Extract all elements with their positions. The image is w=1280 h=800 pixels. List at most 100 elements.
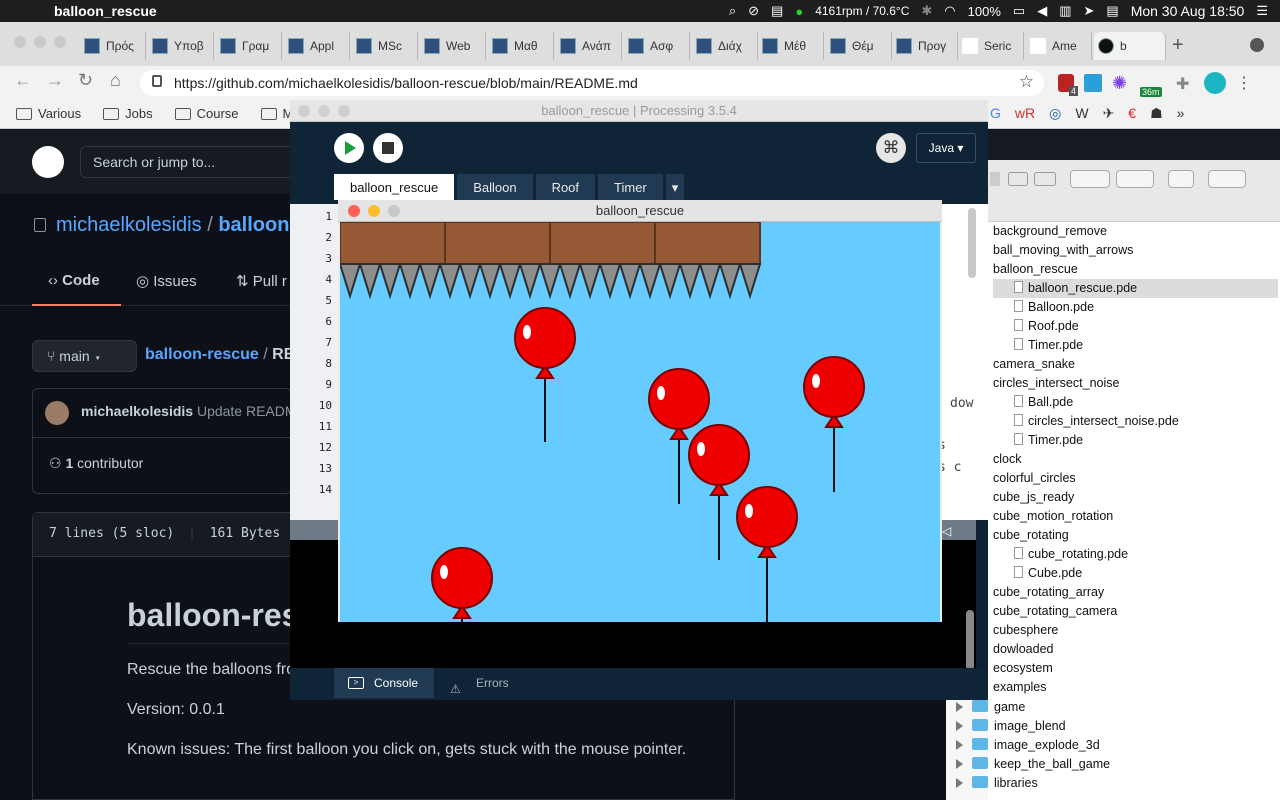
browser-tab[interactable]: Ασφ	[624, 32, 690, 60]
debugger-icon[interactable]: ⌘	[876, 133, 906, 163]
battery-icon[interactable]: ▭	[1013, 3, 1025, 19]
clock-datetime[interactable]: Mon 30 Aug 18:50	[1131, 3, 1245, 19]
browser-tab[interactable]: Πρός	[80, 32, 146, 60]
tab-search-icon[interactable]	[1250, 38, 1264, 52]
bluetooth-icon[interactable]: ✱	[921, 3, 932, 19]
pde-minimize-button[interactable]	[318, 105, 330, 117]
memory-icon[interactable]: ▤	[771, 3, 783, 19]
window-minimize-button[interactable]	[34, 36, 46, 48]
tab-pull-requests[interactable]: ⇅ Pull r	[236, 272, 287, 290]
run-button[interactable]	[334, 133, 364, 163]
pde-zoom-button[interactable]	[338, 105, 350, 117]
translate-icon[interactable]: G	[990, 105, 1001, 122]
sketch-close-button[interactable]	[348, 205, 360, 217]
extensions-puzzle-icon[interactable]: ✚	[1176, 74, 1194, 93]
forward-icon[interactable]: →	[46, 70, 64, 91]
pde-close-button[interactable]	[298, 105, 310, 117]
browser-tab[interactable]: b	[1094, 32, 1166, 60]
chrome-menu-icon[interactable]: ⋮	[1236, 73, 1252, 93]
finder-folder-item[interactable]: game	[972, 698, 1025, 717]
finder-file-item[interactable]: circles_intersect_noise.pde	[1014, 412, 1179, 431]
browser-tab[interactable]: Μέθ	[758, 32, 824, 60]
wifi-icon[interactable]: ◠	[944, 3, 955, 19]
bookmark-folder[interactable]: Various	[16, 106, 81, 121]
column-view-icon[interactable]	[1008, 172, 1028, 186]
finder-folder-item[interactable]: cube_rotating_camera	[993, 602, 1117, 621]
finder-folder-item[interactable]: image_explode_3d	[972, 736, 1100, 755]
browser-tab[interactable]: Appl	[284, 32, 350, 60]
bookmark-folder[interactable]: Jobs	[103, 106, 153, 121]
active-app-name[interactable]: balloon_rescue	[54, 3, 157, 19]
finder-folder-item[interactable]: ecosystem	[993, 659, 1053, 678]
github-search-input[interactable]: Search or jump to...	[80, 146, 300, 178]
more-bookmarks-icon[interactable]: »	[1177, 105, 1185, 122]
finder-folder-item[interactable]: balloon_rescue	[993, 260, 1078, 279]
editor-scrollbar[interactable]	[968, 208, 976, 278]
browser-tab[interactable]: Υποβ	[148, 32, 214, 60]
finder-file-item[interactable]: cube_rotating.pde	[1014, 545, 1128, 564]
paperclip-icon[interactable]: ⊘	[748, 3, 759, 19]
flag-icon[interactable]: ▤	[1106, 3, 1118, 19]
browser-tab[interactable]: Προγ	[892, 32, 958, 60]
author-avatar[interactable]	[45, 401, 69, 425]
finder-folder-item[interactable]: clock	[993, 450, 1021, 469]
sketch-tab[interactable]: Roof	[535, 174, 596, 200]
errors-tab[interactable]: ⚠ Errors	[436, 668, 526, 698]
list-view-icon[interactable]	[990, 172, 1000, 186]
github-logo-icon[interactable]	[32, 146, 64, 178]
console-tab[interactable]: > Console	[334, 668, 434, 698]
tag-icon[interactable]	[1208, 170, 1246, 188]
reload-icon[interactable]: ↻	[78, 70, 93, 91]
disclosure-triangle-icon[interactable]	[956, 778, 963, 788]
console-scrollbar[interactable]	[966, 610, 974, 670]
sketch-tab[interactable]: balloon_rescue	[334, 174, 455, 200]
disclosure-triangle-icon[interactable]	[956, 721, 963, 731]
extension-timer-icon[interactable]: 36m	[1140, 73, 1166, 97]
extension-weather-icon[interactable]	[1084, 74, 1102, 92]
finder-folder-item[interactable]: dowloaded	[993, 640, 1053, 659]
contributors-link[interactable]: ⚇ 1 contributor	[49, 455, 143, 472]
stop-button[interactable]	[373, 133, 403, 163]
spy-icon[interactable]: ☗	[1150, 105, 1163, 122]
spotlight-icon[interactable]: ⌕	[729, 3, 736, 19]
finder-folder-item[interactable]: cube_rotating_array	[993, 583, 1104, 602]
finder-file-item[interactable]: Ball.pde	[1014, 393, 1073, 412]
finder-folder-item[interactable]: image_blend	[972, 717, 1066, 736]
repo-owner-link[interactable]: michaelkolesidis	[56, 214, 202, 236]
browser-tab[interactable]: Seric	[958, 32, 1024, 60]
finder-folder-item[interactable]: cube_rotating	[993, 526, 1069, 545]
path-repo-link[interactable]: balloon-rescue	[145, 346, 259, 363]
sketch-minimize-button[interactable]	[368, 205, 380, 217]
gallery-view-icon[interactable]	[1034, 172, 1056, 186]
address-bar[interactable]: https://github.com/michaelkolesidis/ball…	[140, 70, 1044, 96]
branch-select[interactable]: ⑂ main ▾	[32, 340, 137, 372]
window-zoom-button[interactable]	[54, 36, 66, 48]
commit-message-link[interactable]: Update READM	[197, 403, 297, 419]
browser-tab[interactable]: Ame	[1026, 32, 1092, 60]
finder-folder-item[interactable]: ball_moving_with_arrows	[993, 241, 1133, 260]
finder-folder-item[interactable]: examples	[993, 678, 1047, 697]
disclosure-triangle-icon[interactable]	[956, 740, 963, 750]
profile-avatar[interactable]	[1204, 72, 1226, 94]
disclosure-triangle-icon[interactable]	[956, 702, 963, 712]
sketch-tab[interactable]: Timer	[598, 174, 663, 200]
sketch-zoom-button[interactable]	[388, 205, 400, 217]
finder-folder-item[interactable]: cube_motion_rotation	[993, 507, 1113, 526]
commit-author-link[interactable]: michaelkolesidis	[81, 403, 193, 419]
finder-folder-item[interactable]: keep_the_ball_game	[972, 755, 1110, 774]
finder-folder-item[interactable]: background_remove	[993, 222, 1107, 241]
wordreference-icon[interactable]: wR	[1015, 105, 1035, 122]
browser-tab[interactable]: Γραμ	[216, 32, 282, 60]
bird-icon[interactable]: ✈	[1103, 105, 1115, 122]
bookmark-star-icon[interactable]: ☆	[1019, 72, 1034, 92]
battery-percent[interactable]: 100%	[968, 4, 1001, 19]
window-close-button[interactable]	[14, 36, 26, 48]
wikipedia-icon[interactable]: W	[1075, 105, 1088, 122]
tab-menu-button[interactable]: ▾	[665, 174, 685, 200]
repo-name-link[interactable]: balloon-	[218, 214, 296, 236]
browser-tab[interactable]: Ανάπ	[556, 32, 622, 60]
euro-icon[interactable]: €	[1128, 105, 1136, 122]
finder-file-item[interactable]: Roof.pde	[1014, 317, 1079, 336]
finder-folder-item[interactable]: cubesphere	[993, 621, 1058, 640]
bookmark-folder[interactable]: Course	[174, 106, 239, 121]
